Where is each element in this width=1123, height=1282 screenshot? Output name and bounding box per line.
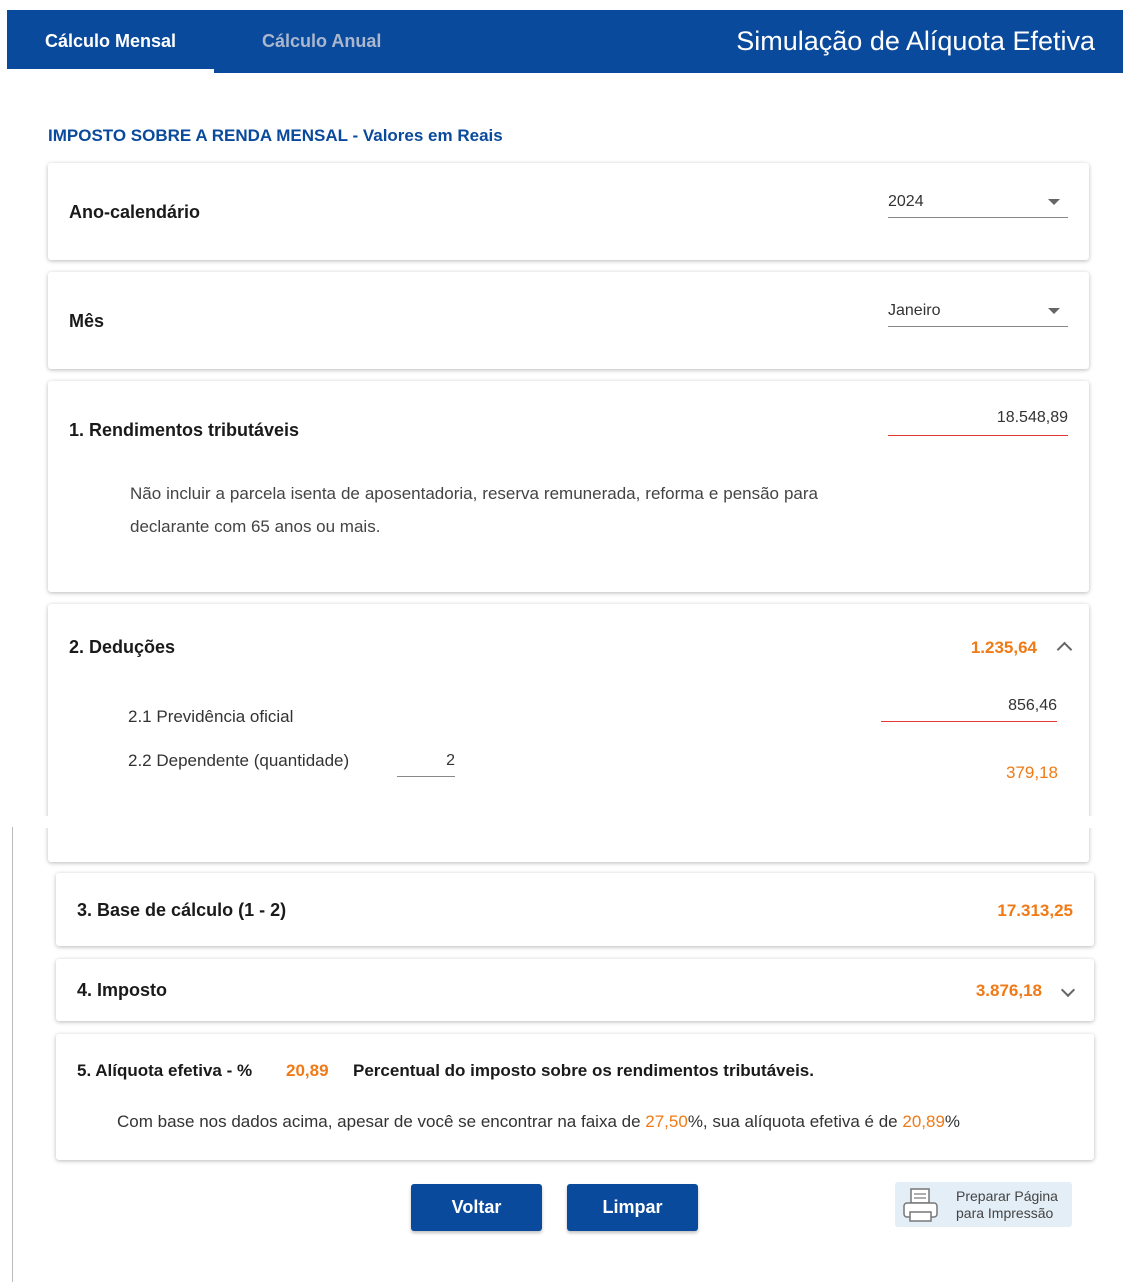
tax-base-label: 3. Base de cálculo (1 - 2) (77, 900, 287, 920)
left-border-line (12, 827, 13, 1282)
effective-rate-highlight: 20,89 (902, 1112, 945, 1131)
dependents-label: 2.2 Dependente (quantidade) (128, 751, 350, 770)
effective-rate-description: Percentual do imposto sobre os rendiment… (353, 1061, 814, 1080)
print-label-line1: Preparar Página (956, 1188, 1058, 1204)
dependents-quantity-input[interactable]: 2 (397, 750, 455, 778)
print-page-button[interactable]: Preparar Página para Impressão (895, 1182, 1072, 1227)
page-title: Simulação de Alíquota Efetiva (736, 26, 1095, 56)
year-select-underline (888, 217, 1068, 218)
tax-card: 4. Imposto 3.876,18 (56, 959, 1094, 1021)
dependents-quantity-value: 2 (446, 752, 455, 769)
print-label-line2: para Impressão (956, 1205, 1054, 1221)
month-select[interactable]: Janeiro (888, 298, 1068, 328)
chevron-down-icon[interactable] (1060, 982, 1076, 998)
caret-down-icon (1048, 308, 1060, 314)
bracket-rate: 27,50 (645, 1112, 688, 1131)
year-label: Ano-calendário (69, 202, 201, 222)
effective-rate-value: 20,89 (286, 1061, 329, 1080)
summary-text-1: Com base nos dados acima, apesar de você… (117, 1112, 646, 1131)
year-select-value: 2024 (888, 193, 924, 210)
year-card: Ano-calendário 2024 (48, 163, 1089, 260)
printer-icon (903, 1188, 938, 1222)
social-security-value: 856,46 (1008, 697, 1057, 714)
chevron-up-icon[interactable] (1056, 641, 1073, 658)
year-select[interactable]: 2024 (888, 189, 1068, 219)
effective-rate-label: 5. Alíquota efetiva - % (77, 1061, 253, 1080)
taxable-income-note: Não incluir a parcela isenta de aposenta… (130, 484, 818, 536)
section-heading: IMPOSTO SOBRE A RENDA MENSAL - Valores e… (48, 126, 503, 145)
effective-rate-card: 5. Alíquota efetiva - % 20,89 Percentual… (56, 1034, 1094, 1160)
tab-monthly-calculation[interactable]: Cálculo Mensal (45, 10, 176, 73)
summary-text-2: %, sua alíquota efetiva é de (687, 1112, 903, 1131)
top-navigation-bar: Cálculo Mensal Cálculo Anual Simulação d… (7, 10, 1123, 73)
screenshot-seam (0, 816, 1123, 828)
tax-base-value: 17.313,25 (997, 901, 1073, 920)
social-security-underline (881, 721, 1057, 722)
social-security-label: 2.1 Previdência oficial (128, 707, 294, 726)
tab-annual-calculation[interactable]: Cálculo Anual (262, 10, 381, 73)
deductions-label: 2. Deduções (69, 637, 176, 657)
social-security-input[interactable]: 856,46 (881, 695, 1057, 725)
dependents-value: 379,18 (1006, 763, 1058, 782)
taxable-income-value: 18.548,89 (996, 409, 1068, 426)
summary-text-3: % (944, 1112, 961, 1131)
caret-down-icon (1048, 199, 1060, 205)
print-page-label: Preparar Página para Impressão (956, 1188, 1058, 1222)
clear-button[interactable]: Limpar (567, 1184, 698, 1231)
tax-label: 4. Imposto (77, 980, 168, 1000)
month-select-value: Janeiro (888, 302, 941, 319)
dependents-quantity-underline (397, 776, 455, 777)
taxable-income-underline (888, 435, 1068, 436)
month-card: Mês Janeiro (48, 272, 1089, 369)
taxable-income-input[interactable]: 18.548,89 (888, 407, 1068, 437)
taxable-income-card: 1. Rendimentos tributáveis 18.548,89 Não… (48, 381, 1089, 592)
month-label: Mês (69, 311, 105, 331)
tax-base-card: 3. Base de cálculo (1 - 2) 17.313,25 (56, 873, 1094, 946)
effective-rate-summary: Com base nos dados acima, apesar de você… (117, 1112, 960, 1132)
month-select-underline (888, 326, 1068, 327)
active-tab-indicator (7, 69, 214, 73)
tax-value: 3.876,18 (975, 981, 1042, 1000)
back-button[interactable]: Voltar (411, 1184, 542, 1231)
taxable-income-label: 1. Rendimentos tributáveis (69, 420, 300, 440)
deductions-total: 1.235,64 (970, 638, 1037, 657)
